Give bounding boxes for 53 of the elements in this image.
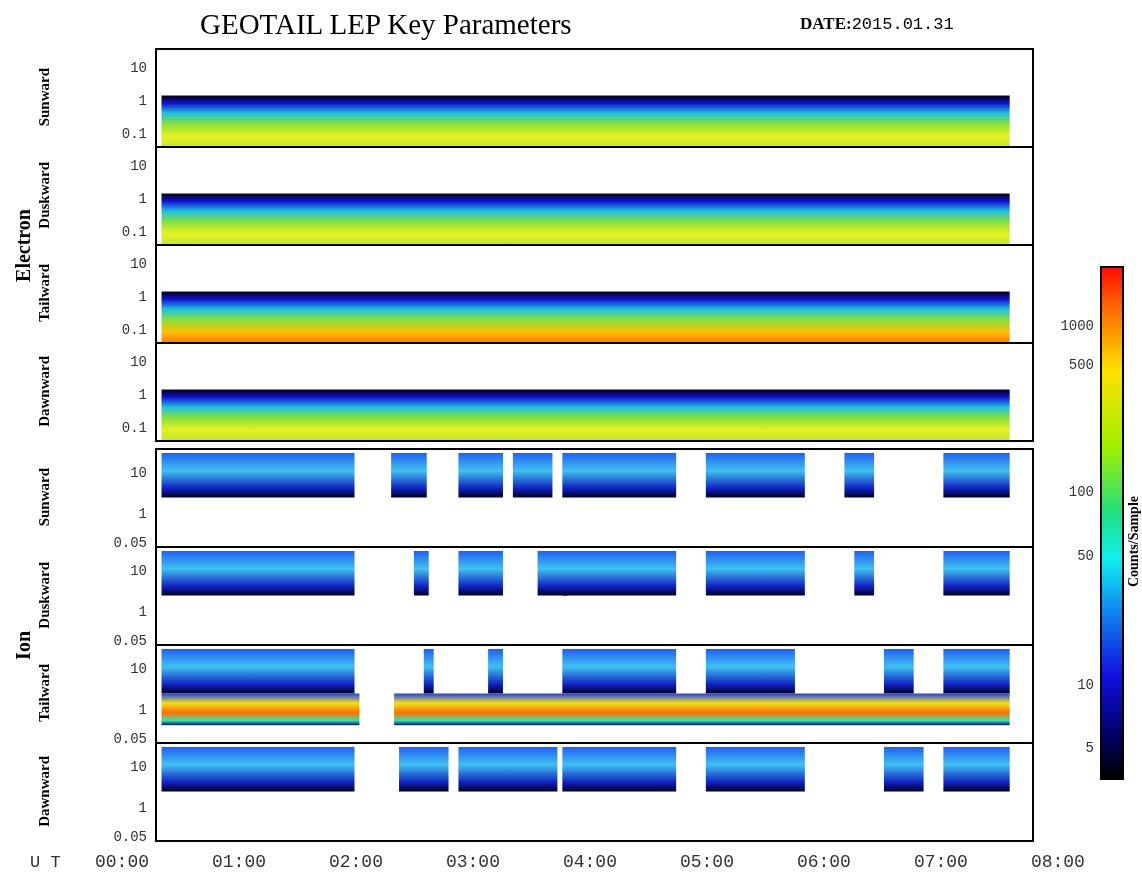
y-tick-label: 0.1 — [121, 420, 147, 436]
date-label: DATE:2015.01.31 — [800, 14, 954, 34]
time-axis-label: U T — [29, 852, 62, 872]
colorbar-tick-label: 50 — [1077, 547, 1094, 564]
y-tick-label: 1 — [138, 800, 147, 816]
y-tick-label: 10 — [130, 158, 147, 174]
panel-label: Duskward — [36, 161, 53, 229]
chart-title: GEOTAIL LEP Key Parameters — [200, 7, 573, 41]
x-tick-label: 06:00 — [796, 852, 851, 872]
y-tick-label: 10 — [130, 60, 147, 76]
colorbar-tick-label: 10 — [1077, 676, 1094, 693]
y-tick-label: 1 — [138, 604, 147, 620]
panel-label: Dawnward — [36, 755, 53, 827]
y-tick-label: 1 — [138, 289, 147, 305]
x-tick-label: 05:00 — [679, 852, 734, 872]
y-tick-label: 1 — [138, 387, 147, 403]
panel-label: Duskward — [36, 561, 53, 629]
colorbar-tick-label: 500 — [1068, 357, 1094, 374]
x-tick-label: 01:00 — [212, 852, 266, 872]
y-tick-label: 0.05 — [113, 633, 147, 649]
panel-label: Tailward — [36, 264, 53, 322]
x-tick-label: 04:00 — [562, 852, 617, 872]
x-tick-label: 07:00 — [913, 852, 968, 872]
y-tick-label: 0.1 — [121, 322, 147, 338]
group-label: Electron — [12, 208, 32, 282]
x-tick-label: 00:00 — [95, 852, 149, 872]
y-tick-label: 10 — [130, 256, 147, 272]
panel-label: Sunward — [36, 67, 53, 127]
colorbar-tick-label: 100 — [1068, 484, 1094, 501]
y-tick-label: 0.05 — [113, 535, 147, 551]
x-tick-label: 08:00 — [1030, 852, 1085, 872]
x-tick-label: 03:00 — [445, 852, 500, 872]
panel-label: Dawnward — [36, 355, 53, 427]
x-tick-label: 02:00 — [328, 852, 383, 872]
group-label: Ion — [12, 630, 32, 660]
colorbar-tick-label: 1000 — [1060, 318, 1094, 335]
y-tick-label: 10 — [130, 354, 147, 370]
colorbar-title: Counts/Sample — [1126, 496, 1142, 588]
y-tick-label: 0.05 — [113, 731, 147, 747]
y-tick-label: 1 — [138, 93, 147, 109]
y-tick-label: 0.1 — [121, 126, 147, 142]
y-tick-label: 10 — [130, 759, 147, 775]
y-tick-label: 10 — [130, 465, 147, 481]
y-tick-label: 1 — [138, 506, 147, 522]
colorbar-tick-label: 5 — [1085, 740, 1094, 757]
y-tick-label: 10 — [130, 563, 147, 579]
panel-label: Sunward — [36, 467, 53, 527]
y-tick-label: 1 — [138, 702, 147, 718]
y-tick-label: 0.05 — [113, 829, 147, 845]
y-tick-label: 10 — [130, 661, 147, 677]
y-tick-label: 1 — [138, 191, 147, 207]
panel-label: Tailward — [36, 664, 53, 722]
y-tick-label: 0.1 — [121, 224, 147, 240]
